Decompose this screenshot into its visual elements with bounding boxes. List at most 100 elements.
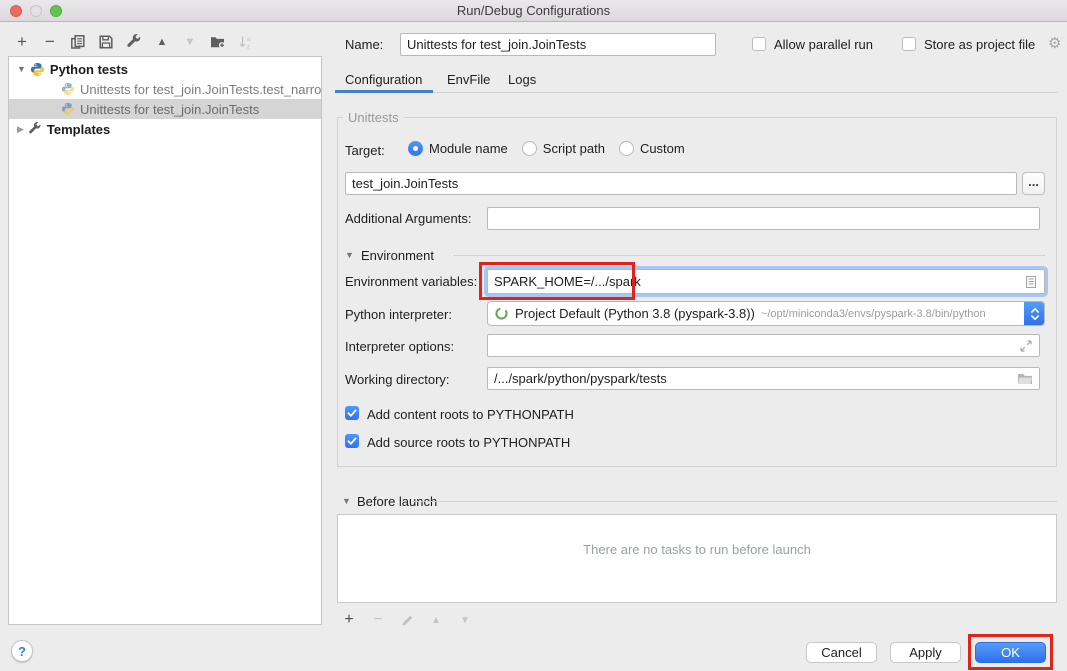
help-button[interactable]: ?	[11, 640, 33, 662]
window-title: Run/Debug Configurations	[457, 3, 610, 18]
add-configuration-icon[interactable]: +	[14, 34, 30, 50]
wrench-icon	[28, 122, 42, 136]
tab-logs[interactable]: Logs	[508, 72, 536, 87]
python-interpreter-value: Project Default (Python 3.8 (pyspark-3.8…	[515, 306, 755, 321]
gear-icon[interactable]: ⚙	[1048, 36, 1061, 51]
name-input[interactable]	[407, 37, 709, 52]
add-source-roots-label: Add source roots to PYTHONPATH	[367, 435, 570, 450]
additional-arguments-input[interactable]	[494, 211, 1033, 226]
allow-parallel-run-label: Allow parallel run	[774, 37, 873, 52]
before-launch-toolbar: + − ▲ ▼	[341, 611, 473, 629]
additional-arguments-field[interactable]	[487, 207, 1040, 230]
working-directory-field[interactable]	[487, 367, 1040, 390]
expand-editor-icon[interactable]	[1019, 339, 1033, 353]
radio-custom[interactable]: Custom	[619, 141, 685, 156]
tree-item-python-tests[interactable]: ▼ Python tests	[9, 59, 321, 79]
environment-variables-label: Environment variables:	[345, 274, 477, 289]
name-label: Name:	[345, 37, 383, 52]
radio-label: Script path	[543, 141, 605, 156]
move-task-up-icon[interactable]: ▲	[428, 612, 444, 628]
radio-icon[interactable]	[522, 141, 537, 156]
interpreter-options-field[interactable]	[487, 334, 1040, 357]
move-up-icon[interactable]: ▲	[154, 34, 170, 50]
environment-section-title: Environment	[361, 248, 434, 263]
tree-item-label: Unittests for test_join.JoinTests	[80, 102, 259, 117]
sort-configurations-icon[interactable]	[238, 34, 254, 50]
interpreter-options-label: Interpreter options:	[345, 339, 454, 354]
interpreter-options-input[interactable]	[494, 338, 1013, 353]
environment-section-divider	[453, 255, 1045, 256]
combobox-stepper-icon[interactable]	[1024, 301, 1045, 326]
python-interpreter-combobox[interactable]: Project Default (Python 3.8 (pyspark-3.8…	[487, 301, 1045, 326]
radio-module-name[interactable]: Module name	[408, 141, 508, 156]
ok-button[interactable]: OK	[975, 642, 1046, 663]
active-tab-underline	[335, 90, 433, 93]
before-launch-divider	[412, 501, 1057, 502]
move-down-icon[interactable]: ▼	[182, 34, 198, 50]
configurations-toolbar: + − ▲ ▼	[14, 32, 254, 52]
add-source-roots-checkbox[interactable]	[345, 434, 359, 448]
add-content-roots-label: Add content roots to PYTHONPATH	[367, 407, 574, 422]
tab-envfile[interactable]: EnvFile	[447, 72, 490, 87]
apply-button[interactable]: Apply	[890, 642, 961, 663]
tree-item-unittests-test-narrow[interactable]: Unittests for test_join.JoinTests.test_n…	[9, 79, 321, 99]
working-directory-input[interactable]	[494, 371, 1011, 386]
python-icon	[61, 82, 75, 96]
radio-selected-icon[interactable]	[408, 141, 423, 156]
target-field[interactable]	[345, 172, 1017, 195]
unittests-group-title: Unittests	[343, 110, 404, 125]
create-folder-icon[interactable]	[210, 34, 226, 50]
tree-item-label: Python tests	[50, 62, 128, 77]
remove-task-icon[interactable]: −	[370, 612, 386, 628]
add-task-icon[interactable]: +	[341, 612, 357, 628]
radio-label: Module name	[429, 141, 508, 156]
environment-collapse-triangle[interactable]: ▼	[345, 251, 354, 260]
tree-item-label: Templates	[47, 122, 110, 137]
target-radio-group: Module name Script path Custom	[408, 141, 685, 156]
python-icon	[30, 62, 45, 77]
environment-variables-field[interactable]	[487, 269, 1045, 294]
store-as-project-file-label: Store as project file	[924, 37, 1035, 52]
expanded-triangle-icon[interactable]: ▼	[17, 65, 26, 74]
browse-folder-icon[interactable]	[1017, 372, 1033, 386]
before-launch-collapse-triangle[interactable]: ▼	[342, 497, 351, 506]
before-launch-task-list[interactable]	[337, 514, 1057, 603]
minimize-button[interactable]	[30, 5, 42, 17]
zoom-button[interactable]	[50, 5, 62, 17]
copy-configuration-icon[interactable]	[70, 34, 86, 50]
edit-templates-icon[interactable]	[126, 34, 142, 50]
edit-task-icon[interactable]	[399, 612, 415, 628]
close-button[interactable]	[10, 5, 22, 17]
python-interpreter-label: Python interpreter:	[345, 307, 452, 322]
additional-arguments-label: Additional Arguments:	[345, 211, 471, 226]
collapsed-triangle-icon[interactable]: ▶	[17, 125, 24, 134]
conda-interpreter-icon	[494, 306, 509, 321]
python-interpreter-path: ~/opt/miniconda3/envs/pyspark-3.8/bin/py…	[761, 308, 986, 320]
tab-divider	[335, 92, 1057, 93]
edit-variables-icon[interactable]	[1024, 275, 1038, 289]
radio-script-path[interactable]: Script path	[522, 141, 605, 156]
save-configuration-icon[interactable]	[98, 34, 114, 50]
add-content-roots-checkbox[interactable]	[345, 406, 359, 420]
target-input[interactable]	[352, 176, 1010, 191]
name-field[interactable]	[400, 33, 716, 56]
tree-item-label: Unittests for test_join.JoinTests.test_n…	[80, 82, 322, 97]
environment-variables-input[interactable]	[494, 274, 1018, 289]
cancel-button[interactable]: Cancel	[806, 642, 877, 663]
before-launch-empty-message: There are no tasks to run before launch	[337, 542, 1057, 557]
target-label: Target:	[345, 143, 385, 158]
title-bar: Run/Debug Configurations	[0, 0, 1067, 22]
working-directory-label: Working directory:	[345, 372, 450, 387]
configurations-tree: ▼ Python tests Unittests for test_join.J…	[8, 56, 322, 625]
store-as-project-file-checkbox[interactable]	[902, 37, 916, 51]
tree-item-templates[interactable]: ▶ Templates	[9, 119, 321, 139]
run-debug-configurations-dialog: Run/Debug Configurations + − ▲ ▼ ▼ Pytho…	[0, 0, 1067, 671]
browse-button[interactable]: ...	[1022, 172, 1045, 195]
remove-configuration-icon[interactable]: −	[42, 34, 58, 50]
move-task-down-icon[interactable]: ▼	[457, 612, 473, 628]
allow-parallel-run-checkbox[interactable]	[752, 37, 766, 51]
radio-label: Custom	[640, 141, 685, 156]
tab-configuration[interactable]: Configuration	[345, 72, 422, 87]
tree-item-unittests-jointests-selected[interactable]: Unittests for test_join.JoinTests	[9, 99, 321, 119]
radio-icon[interactable]	[619, 141, 634, 156]
